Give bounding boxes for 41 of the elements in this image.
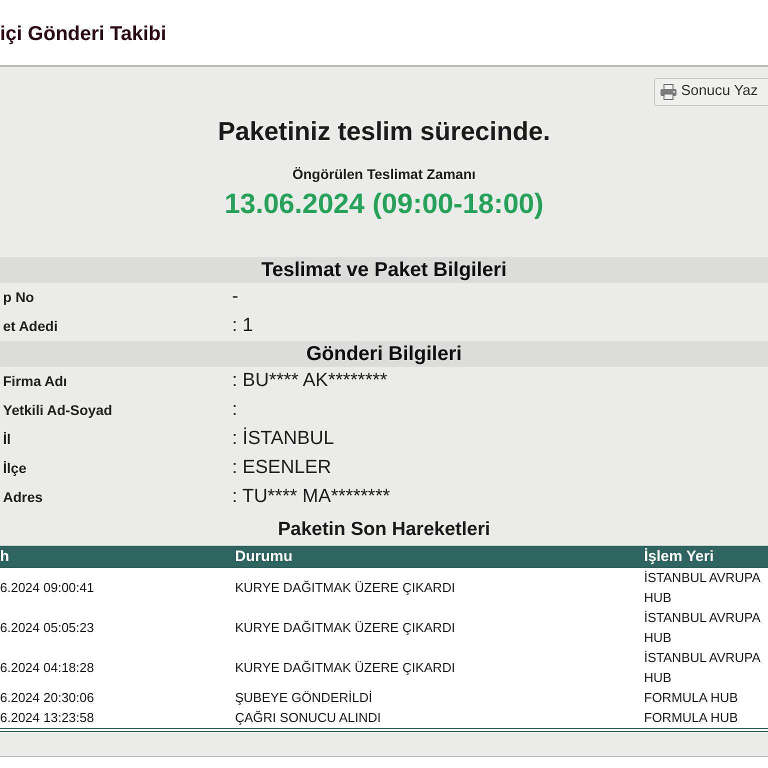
printer-icon bbox=[660, 84, 677, 100]
table-cell-text: 6.2024 05:05:23 bbox=[0, 619, 94, 637]
field-value: : 1 bbox=[232, 314, 254, 338]
table-cell-text: KURYE DAĞITMAK ÜZERE ÇIKARDI bbox=[235, 659, 456, 677]
movements-title: Paketin Son Hareketleri bbox=[278, 518, 490, 542]
eta-value: 13.06.2024 (09:00-18:00) bbox=[224, 187, 544, 221]
field-label: et Adedi bbox=[2, 317, 58, 336]
table-cell-text: KURYE DAĞITMAK ÜZERE ÇIKARDI bbox=[235, 619, 456, 637]
table-cell-text: FORMULA HUB bbox=[644, 709, 739, 727]
table-cell-text: 6.2024 04:18:28 bbox=[0, 659, 94, 677]
section-header: Teslimat ve Paket Bilgileri bbox=[0, 257, 768, 283]
table-cell-text: 6.2024 13:23:58 bbox=[0, 709, 94, 727]
table-cell-text: ÇAĞRI SONUCU ALINDI bbox=[235, 709, 381, 727]
table-cell-text: KURYE DAĞITMAK ÜZERE ÇIKARDI bbox=[235, 579, 456, 597]
table-cell-text: FORMULA HUB bbox=[644, 689, 739, 707]
table-cell-text: İSTANBUL AVRUPA HUB bbox=[644, 609, 762, 647]
field-label: İl bbox=[2, 430, 11, 449]
field-label: Adres bbox=[2, 488, 43, 507]
field-value: : İSTANBUL bbox=[232, 426, 334, 452]
field-label: p No bbox=[2, 288, 34, 307]
table-cell-text: İSTANBUL AVRUPA HUB bbox=[644, 569, 762, 607]
field-label: İlçe bbox=[2, 459, 26, 478]
table-cell-text: ŞUBEYE GÖNDERİLDİ bbox=[235, 689, 372, 707]
field-value: : ESENLER bbox=[232, 456, 332, 480]
table-cell-text: 6.2024 20:30:06 bbox=[0, 689, 94, 707]
field-value: : bbox=[232, 398, 238, 422]
eta-label: Öngörülen Teslimat Zamanı bbox=[292, 165, 476, 184]
field-value: : BU**** AK******** bbox=[232, 369, 388, 394]
column-header: h bbox=[0, 547, 10, 567]
status-headline: Paketiniz teslim sürecinde. bbox=[218, 115, 550, 147]
table-cell-text: İSTANBUL AVRUPA HUB bbox=[644, 649, 762, 687]
field-value: - bbox=[232, 285, 238, 310]
page-title: içi Gönderi Takibi bbox=[0, 22, 166, 46]
field-label: Firma Adı bbox=[2, 372, 68, 391]
table-cell-text: 6.2024 09:00:41 bbox=[0, 579, 94, 597]
field-value: : TU**** MA******** bbox=[232, 485, 390, 510]
field-label: Yetkili Ad-Soyad bbox=[2, 401, 112, 420]
section-header: Gönderi Bilgileri bbox=[0, 341, 768, 367]
column-header: Durumu bbox=[235, 547, 292, 567]
print-button[interactable]: Sonucu Yaz bbox=[654, 78, 768, 106]
column-header: İşlem Yeri bbox=[644, 547, 714, 567]
